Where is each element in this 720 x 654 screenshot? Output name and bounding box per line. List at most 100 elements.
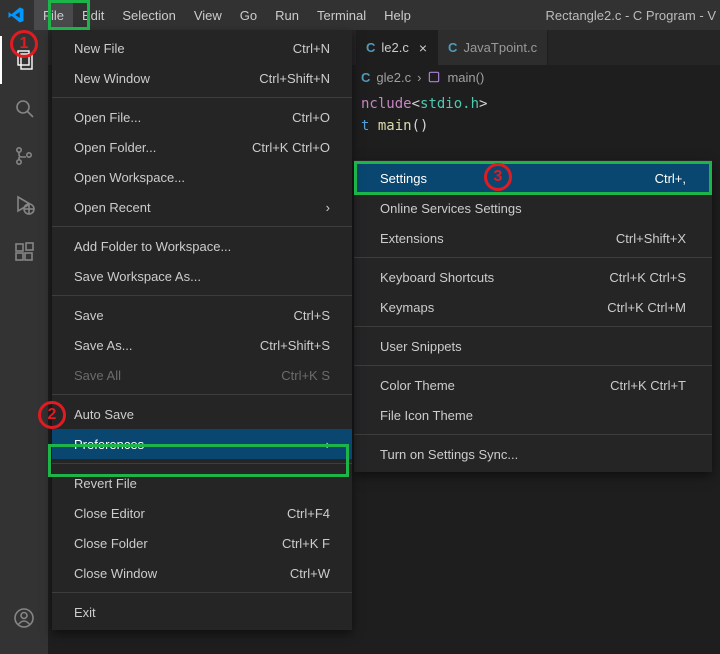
menu-item-shortcut: Ctrl+F4 [287, 506, 330, 521]
submenu-item[interactable]: Keymaps Ctrl+K Ctrl+M [354, 292, 712, 322]
submenu-item[interactable]: File Icon Theme [354, 400, 712, 430]
file-menu-dropdown[interactable]: New FileCtrl+NNew WindowCtrl+Shift+N Open… [52, 30, 352, 630]
menu-item-label: Preferences [74, 437, 144, 452]
menu-separator [52, 592, 352, 593]
c-file-icon: C [361, 70, 370, 85]
menu-item-shortcut: Ctrl+W [290, 566, 330, 581]
menu-item-label: Save Workspace As... [74, 269, 201, 284]
menu-file[interactable]: File [34, 0, 73, 30]
menu-item[interactable]: Preferences› [52, 429, 352, 459]
menu-item-label: Add Folder to Workspace... [74, 239, 231, 254]
menu-item[interactable]: Close WindowCtrl+W [52, 558, 352, 588]
menu-item-shortcut: Ctrl+O [292, 110, 330, 125]
menu-item-label: Close Folder [74, 536, 148, 551]
menu-item[interactable]: Exit [52, 597, 352, 627]
menu-separator [52, 97, 352, 98]
c-file-icon: C [448, 40, 457, 55]
breadcrumb-symbol: main() [447, 70, 484, 85]
menu-separator [354, 434, 712, 435]
menu-item-label: Open Recent [74, 200, 151, 215]
code-token: nclude [361, 96, 412, 112]
menu-item-shortcut: Ctrl+Shift+N [259, 71, 330, 86]
menu-item[interactable]: Open Recent› [52, 192, 352, 222]
menu-item-label: Revert File [74, 476, 137, 491]
menu-item[interactable]: Add Folder to Workspace... [52, 231, 352, 261]
menu-separator [52, 295, 352, 296]
menu-item-shortcut: Ctrl+K Ctrl+O [252, 140, 330, 155]
submenu-item[interactable]: User Snippets [354, 331, 712, 361]
menu-item-label: Save All [74, 368, 121, 383]
menu-item-label: Open File... [74, 110, 141, 125]
extensions-icon[interactable] [0, 228, 48, 276]
search-icon[interactable] [0, 84, 48, 132]
code-token: > [479, 96, 487, 112]
menu-item: Save AllCtrl+K S [52, 360, 352, 390]
menu-selection[interactable]: Selection [113, 0, 184, 30]
tab-label: le2.c [381, 40, 408, 55]
menubar: File Edit Selection View Go Run Terminal… [0, 0, 720, 30]
menu-item-label: Save As... [74, 338, 133, 353]
menu-item[interactable]: New FileCtrl+N [52, 33, 352, 63]
submenu-item[interactable]: Color ThemeCtrl+K Ctrl+T [354, 370, 712, 400]
menu-item[interactable]: Save Workspace As... [52, 261, 352, 291]
menu-item[interactable]: Open Workspace... [52, 162, 352, 192]
menu-item[interactable]: Close FolderCtrl+K F [52, 528, 352, 558]
menu-item-label: Save [74, 308, 104, 323]
menu-separator [52, 394, 352, 395]
menu-item[interactable]: Save Ctrl+S [52, 300, 352, 330]
breadcrumb-file: gle2.c [376, 70, 411, 85]
menu-item-label: Open Folder... [74, 140, 156, 155]
menu-item-label: Exit [74, 605, 96, 620]
submenu-item-shortcut: Ctrl+K Ctrl+M [607, 300, 686, 315]
menu-item[interactable]: New WindowCtrl+Shift+N [52, 63, 352, 93]
menu-item[interactable]: Open Folder... Ctrl+K Ctrl+O [52, 132, 352, 162]
tab-label: JavaTpoint.c [463, 40, 537, 55]
menu-item-label: Auto Save [74, 407, 134, 422]
menu-separator [52, 463, 352, 464]
run-debug-icon[interactable] [0, 180, 48, 228]
symbol-function-icon [427, 70, 441, 84]
submenu-item-label: Turn on Settings Sync... [380, 447, 518, 462]
menu-help[interactable]: Help [375, 0, 420, 30]
submenu-item-shortcut: Ctrl+, [655, 171, 686, 186]
menu-run[interactable]: Run [266, 0, 308, 30]
menu-go[interactable]: Go [231, 0, 266, 30]
tab-inactive[interactable]: C JavaTpoint.c [438, 30, 548, 65]
explorer-icon[interactable] [0, 36, 48, 84]
activity-bar [0, 30, 48, 654]
vscode-logo-icon [6, 5, 26, 25]
menu-item[interactable]: Open File... Ctrl+O [52, 102, 352, 132]
chevron-right-icon: › [417, 70, 421, 85]
submenu-item-shortcut: Ctrl+K Ctrl+S [609, 270, 686, 285]
submenu-item[interactable]: Online Services Settings [354, 193, 712, 223]
menu-view[interactable]: View [185, 0, 231, 30]
menu-separator [354, 257, 712, 258]
menu-item[interactable]: Auto Save [52, 399, 352, 429]
submenu-item[interactable]: ExtensionsCtrl+Shift+X [354, 223, 712, 253]
submenu-item[interactable]: Settings Ctrl+, [354, 163, 712, 193]
menu-item[interactable]: Save As...Ctrl+Shift+S [52, 330, 352, 360]
code-token: () [412, 118, 429, 134]
source-control-icon[interactable] [0, 132, 48, 180]
menu-item-label: Close Editor [74, 506, 145, 521]
submenu-item-label: Extensions [380, 231, 444, 246]
menu-separator [354, 326, 712, 327]
c-file-icon: C [366, 40, 375, 55]
menu-item[interactable]: Close Editor Ctrl+F4 [52, 498, 352, 528]
accounts-icon[interactable] [0, 594, 48, 642]
menu-item-shortcut: Ctrl+N [293, 41, 330, 56]
submenu-item-label: Settings [380, 171, 427, 186]
submenu-item[interactable]: Keyboard ShortcutsCtrl+K Ctrl+S [354, 262, 712, 292]
submenu-item-label: Keymaps [380, 300, 434, 315]
code-token: stdio.h [420, 96, 479, 112]
menu-item-shortcut: Ctrl+S [294, 308, 330, 323]
submenu-item[interactable]: Turn on Settings Sync... [354, 439, 712, 469]
menu-edit[interactable]: Edit [73, 0, 113, 30]
tab-active[interactable]: C le2.c × [356, 30, 438, 65]
close-icon[interactable]: × [419, 40, 427, 56]
menu-item[interactable]: Revert File [52, 468, 352, 498]
menu-terminal[interactable]: Terminal [308, 0, 375, 30]
window-title: Rectangle2.c - C Program - V [545, 8, 720, 23]
preferences-submenu[interactable]: SettingsCtrl+,Online Services SettingsEx… [354, 160, 712, 472]
submenu-item-label: Color Theme [380, 378, 455, 393]
